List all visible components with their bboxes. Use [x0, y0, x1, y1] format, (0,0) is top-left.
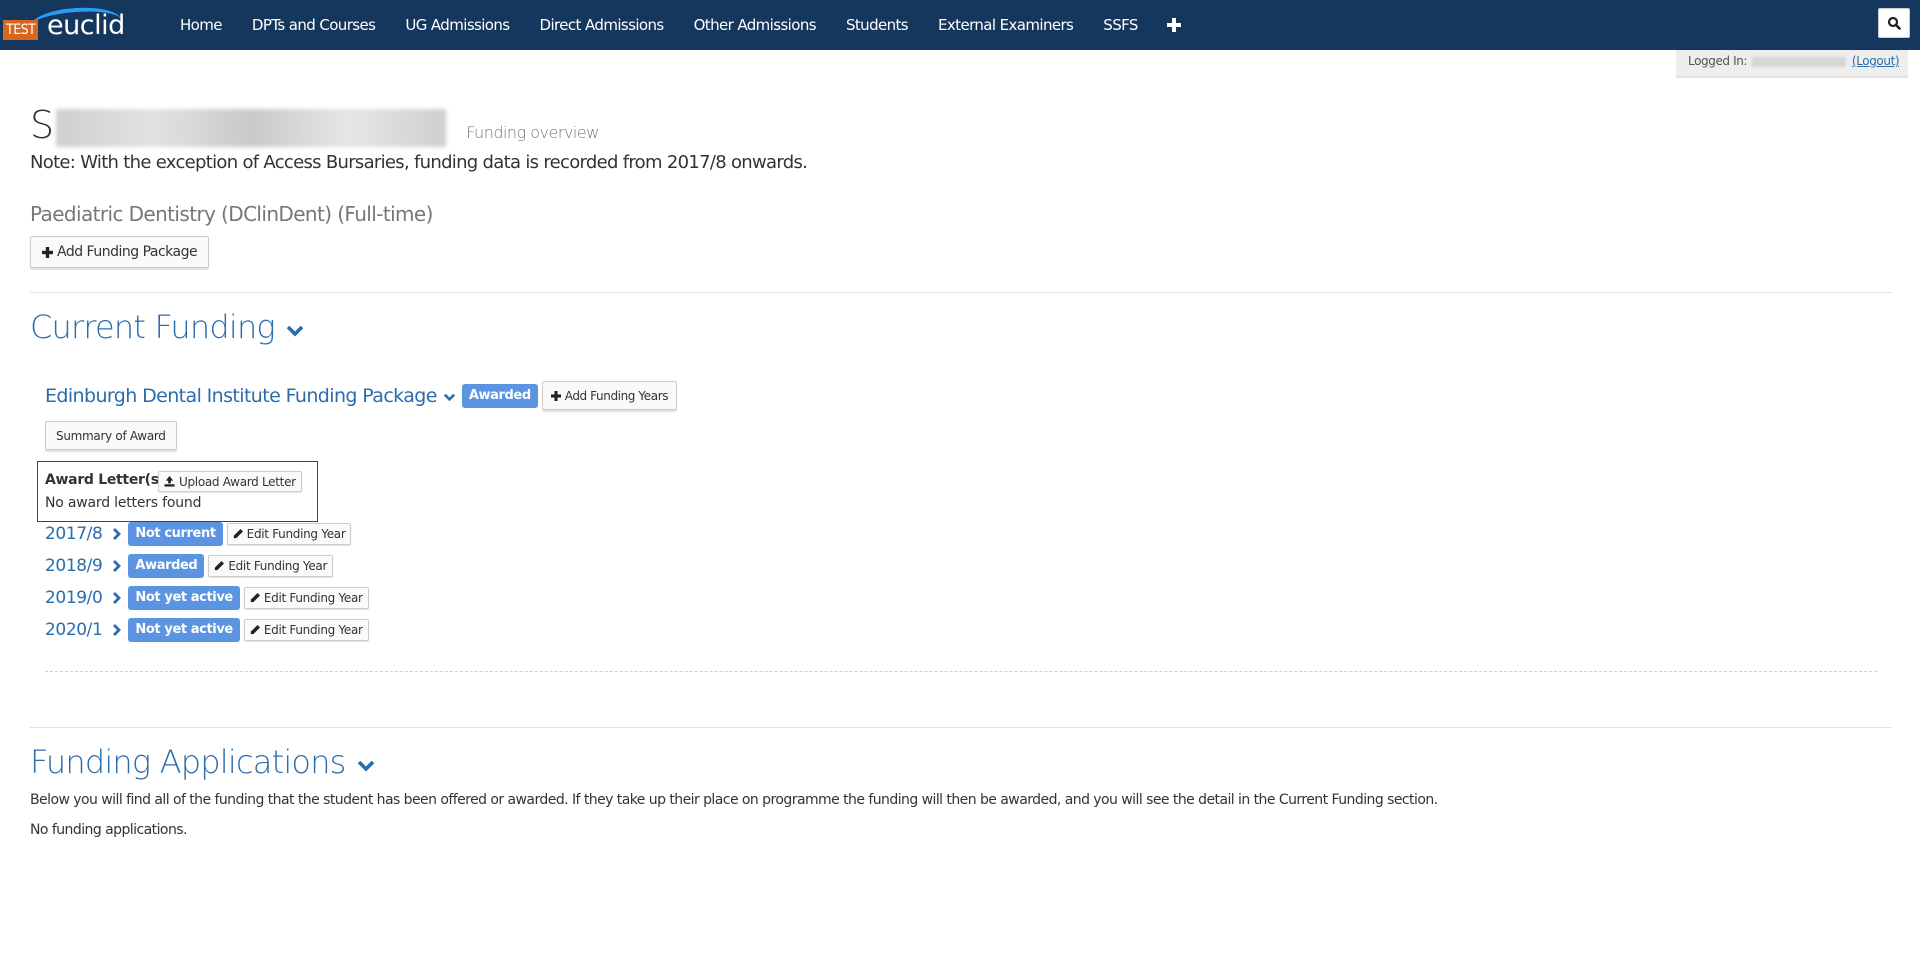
- nav-item-direct-admissions[interactable]: Direct Admissions: [525, 0, 679, 50]
- award-letters-title: Award Letter(s): [45, 472, 165, 488]
- page-subtitle: Funding overview: [466, 123, 599, 142]
- upload-award-letter-button[interactable]: Upload Award Letter: [158, 471, 302, 492]
- funding-year-row: 2017/8 Not current Edit Funding Year: [45, 522, 352, 546]
- funding-year-label[interactable]: 2019/0: [45, 588, 103, 608]
- nav-item-home[interactable]: Home: [165, 0, 237, 50]
- programme-name: Paediatric Dentistry (DClinDent) (Full-t…: [30, 202, 433, 226]
- no-funding-applications-text: No funding applications.: [30, 822, 187, 838]
- logout-link[interactable]: (Logout): [1852, 54, 1900, 68]
- nav-item-ssfs[interactable]: SSFS: [1088, 0, 1153, 50]
- nav-item-dpts-and-courses[interactable]: DPTs and Courses: [237, 0, 390, 50]
- pencil-icon: [215, 561, 225, 571]
- funding-year-label[interactable]: 2020/1: [45, 620, 103, 640]
- main-nav: Home DPTs and Courses UG Admissions Dire…: [165, 0, 1195, 50]
- nav-item-external-examiners[interactable]: External Examiners: [923, 0, 1088, 50]
- euclid-logo[interactable]: TEST euclid: [3, 4, 125, 42]
- edit-funding-year-button[interactable]: Edit Funding Year: [243, 587, 369, 609]
- funding-package-row: Edinburgh Dental Institute Funding Packa…: [45, 381, 678, 410]
- edit-funding-year-label: Edit Funding Year: [246, 527, 346, 541]
- funding-applications-toggle[interactable]: Funding Applications: [30, 743, 376, 781]
- add-funding-years-label: Add Funding Years: [564, 388, 669, 403]
- edit-funding-year-button[interactable]: Edit Funding Year: [226, 523, 352, 545]
- edit-funding-year-button[interactable]: Edit Funding Year: [208, 555, 334, 577]
- nav-item-other-admissions[interactable]: Other Admissions: [679, 0, 831, 50]
- award-letters-panel: Award Letter(s) Upload Award Letter No a…: [37, 461, 318, 522]
- add-funding-package-label: Add Funding Package: [57, 244, 198, 260]
- funding-year-row: 2019/0 Not yet active Edit Funding Year: [45, 586, 369, 610]
- plus-icon: [42, 246, 53, 258]
- logo-test-label: TEST: [3, 20, 39, 40]
- divider: [30, 727, 1892, 728]
- chevron-right-icon[interactable]: [110, 623, 124, 637]
- funding-note: Note: With the exception of Access Bursa…: [30, 152, 808, 173]
- funding-year-row: 2018/9 Awarded Edit Funding Year: [45, 554, 334, 578]
- upload-award-letter-label: Upload Award Letter: [179, 474, 296, 489]
- edit-funding-year-button[interactable]: Edit Funding Year: [243, 619, 369, 641]
- plus-icon-svg: [1166, 18, 1181, 32]
- student-name-initial: S: [30, 103, 55, 147]
- plus-icon[interactable]: [1153, 0, 1195, 50]
- funding-year-status-badge: Not current: [128, 522, 223, 546]
- funding-applications-description: Below you will find all of the funding t…: [30, 792, 1438, 808]
- summary-of-award-button[interactable]: Summary of Award: [45, 421, 177, 450]
- chevron-right-icon[interactable]: [110, 559, 124, 573]
- student-name-redacted: [56, 108, 447, 147]
- edit-funding-year-label: Edit Funding Year: [263, 623, 363, 637]
- search-button[interactable]: [1878, 8, 1910, 38]
- chevron-down-icon: [286, 325, 304, 337]
- edit-funding-year-label: Edit Funding Year: [228, 559, 328, 573]
- pencil-icon: [233, 529, 243, 539]
- logged-in-bar: Logged In: (Logout): [1676, 50, 1908, 78]
- package-status-badge: Awarded: [461, 383, 538, 408]
- pencil-icon: [250, 593, 260, 603]
- upload-icon: [164, 476, 175, 487]
- chevron-down-icon: [357, 760, 374, 772]
- funding-package-name[interactable]: Edinburgh Dental Institute Funding Packa…: [45, 385, 437, 407]
- edit-funding-year-label: Edit Funding Year: [263, 591, 363, 605]
- funding-year-status-badge: Awarded: [128, 554, 205, 578]
- package-divider: [45, 671, 1877, 672]
- no-award-letters-text: No award letters found: [45, 495, 202, 511]
- chevron-right-icon[interactable]: [110, 591, 124, 605]
- chevron-right-icon[interactable]: [110, 527, 124, 541]
- current-funding-toggle[interactable]: Current Funding: [30, 308, 305, 346]
- page-title: S Funding overview: [30, 103, 599, 147]
- logged-in-label: Logged In:: [1688, 54, 1748, 68]
- summary-of-award-label: Summary of Award: [56, 428, 166, 443]
- chevron-down-icon[interactable]: [443, 391, 456, 404]
- username-redacted: [1752, 56, 1847, 67]
- divider: [30, 292, 1892, 293]
- add-funding-package-button[interactable]: Add Funding Package: [30, 236, 210, 268]
- funding-year-status-badge: Not yet active: [128, 618, 240, 642]
- funding-year-label[interactable]: 2017/8: [45, 524, 103, 544]
- search-icon: [1887, 16, 1901, 30]
- funding-year-row: 2020/1 Not yet active Edit Funding Year: [45, 618, 369, 642]
- top-navbar: TEST euclid Home DPTs and Courses UG Adm…: [0, 0, 1920, 50]
- funding-year-status-badge: Not yet active: [128, 586, 240, 610]
- current-funding-title: Current Funding: [30, 308, 276, 346]
- pencil-icon: [250, 625, 260, 635]
- logo-name: euclid: [47, 10, 125, 41]
- add-funding-years-button[interactable]: Add Funding Years: [541, 381, 678, 410]
- nav-item-ug-admissions[interactable]: UG Admissions: [390, 0, 524, 50]
- funding-applications-title: Funding Applications: [30, 743, 346, 781]
- nav-item-students[interactable]: Students: [831, 0, 923, 50]
- funding-year-label[interactable]: 2018/9: [45, 556, 103, 576]
- plus-icon: [550, 390, 561, 401]
